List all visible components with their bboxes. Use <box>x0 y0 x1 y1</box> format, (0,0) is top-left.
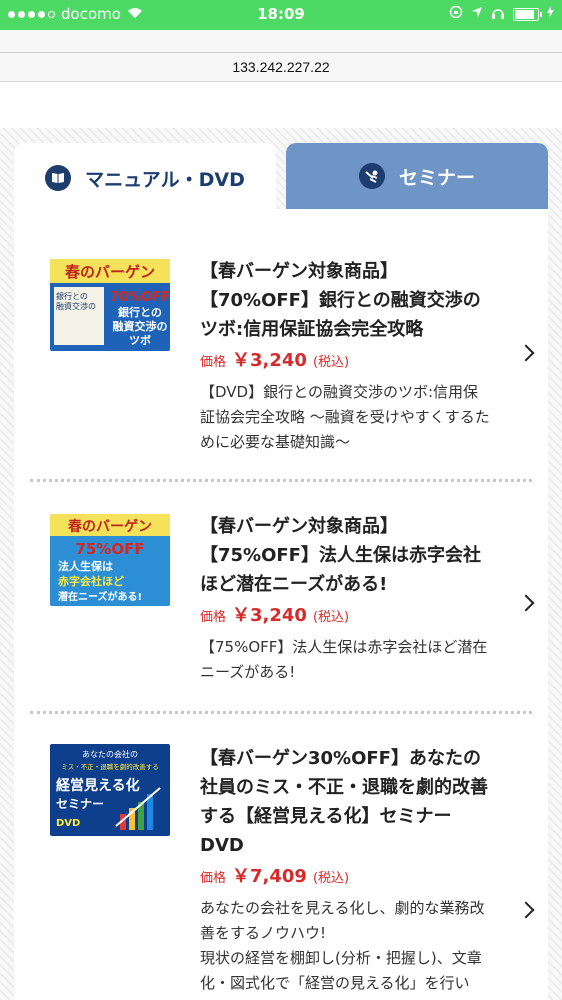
product-info: 【春バーゲン対象商品】【75%OFF】法人生保は赤字会社ほど潜在ニーズがある! … <box>200 512 490 685</box>
product-price: ￥3,240 <box>232 350 307 371</box>
tab-manual-dvd[interactable]: マニュアル・DVD <box>14 143 276 213</box>
product-list: 春のバーゲン 銀行との 融資交渉の 70%OFF 銀行との 融資交渉の ツボ 【… <box>14 209 548 1000</box>
book-icon <box>45 165 72 191</box>
product-description: 【DVD】銀行との融資交渉のツボ:信用保証協会完全攻略 〜融資を受けやすくするた… <box>200 383 490 451</box>
product-title: 【春バーゲン対象商品】【70%OFF】銀行との融資交渉のツボ:信用保証協会完全攻… <box>200 261 481 340</box>
product-info: 【春バーゲン30%OFF】あなたの社員のミス・不正・退職を劇的改善する【経営見え… <box>200 744 490 996</box>
svg-text:あなたの会社の: あなたの会社の <box>82 749 138 759</box>
product-item[interactable]: 春のバーゲン 銀行との 融資交渉の 70%OFF 銀行との 融資交渉の ツボ 【… <box>14 209 548 479</box>
tax-label: (税込) <box>312 610 350 625</box>
tax-label: (税込) <box>312 355 350 370</box>
price-label: 価格 <box>200 610 227 625</box>
svg-text:融資交渉の: 融資交渉の <box>56 301 96 311</box>
product-item[interactable]: あなたの会社の ミス・不正・退職を劇的改善する 経営見える化 セミナー DVD … <box>14 716 548 1000</box>
svg-text:赤字会社ほど: 赤字会社ほど <box>58 574 124 588</box>
svg-text:法人生保は: 法人生保は <box>58 559 113 573</box>
product-description: あなたの会社を見える化し、劇的な業務改善をするノウハウ! 現状の経営を棚卸し(分… <box>200 899 485 992</box>
chevron-right-icon[interactable] <box>517 901 535 919</box>
item-divider <box>30 711 532 714</box>
price-row: 価格 ￥3,240 (税込) <box>200 601 490 627</box>
product-description: 【75%OFF】法人生保は赤字会社ほど潜在ニーズがある! <box>200 638 488 681</box>
product-thumbnail: あなたの会社の ミス・不正・退職を劇的改善する 経営見える化 セミナー DVD <box>50 744 170 836</box>
svg-text:75%OFF: 75%OFF <box>75 540 144 558</box>
price-row: 価格 ￥3,240 (税込) <box>200 346 490 372</box>
product-thumbnail: 春のバーゲン 銀行との 融資交渉の 70%OFF 銀行との 融資交渉の ツボ <box>50 259 170 351</box>
chevron-right-icon[interactable] <box>517 594 535 612</box>
product-title: 【春バーゲン対象商品】【75%OFF】法人生保は赤字会社ほど潜在ニーズがある! <box>200 516 481 595</box>
tab-manual-dvd-label: マニュアル・DVD <box>85 168 245 191</box>
product-thumbnail: 春のバーゲン 75%OFF 法人生保は 赤字会社ほど 潜在ニーズがある! <box>50 514 170 606</box>
charging-icon <box>547 6 554 22</box>
price-row: 価格 ￥7,409 (税込) <box>200 862 490 888</box>
headphones-icon <box>491 6 505 23</box>
price-label: 価格 <box>200 871 227 886</box>
price-label: 価格 <box>200 355 227 370</box>
product-item[interactable]: 春のバーゲン 75%OFF 法人生保は 赤字会社ほど 潜在ニーズがある! 【春バ… <box>14 484 548 709</box>
svg-text:春のバーゲン: 春のバーゲン <box>65 263 155 281</box>
svg-text:セミナー: セミナー <box>56 797 104 811</box>
svg-text:潜在ニーズがある!: 潜在ニーズがある! <box>58 590 142 603</box>
svg-text:経営見える化: 経営見える化 <box>56 777 140 794</box>
item-divider <box>30 479 532 482</box>
tax-label: (税込) <box>312 871 350 886</box>
product-price: ￥3,240 <box>232 605 307 626</box>
svg-text:銀行との: 銀行との <box>56 291 88 301</box>
status-bar: docomo 18:09 <box>0 0 562 30</box>
svg-text:ツボ: ツボ <box>129 333 151 347</box>
product-info: 【春バーゲン対象商品】【70%OFF】銀行との融資交渉のツボ:信用保証協会完全攻… <box>200 257 490 455</box>
category-tabs: マニュアル・DVD セミナー <box>14 143 548 213</box>
seminar-icon <box>358 163 385 189</box>
svg-text:70%OFF: 70%OFF <box>110 290 170 305</box>
tab-seminar-label: セミナー <box>398 166 475 189</box>
browser-chrome <box>0 30 562 52</box>
product-title: 【春バーゲン30%OFF】あなたの社員のミス・不正・退職を劇的改善する【経営見え… <box>200 748 488 856</box>
product-price: ￥7,409 <box>232 866 307 887</box>
svg-text:融資交渉の: 融資交渉の <box>113 319 168 333</box>
status-icons <box>449 5 554 23</box>
svg-text:DVD: DVD <box>56 818 80 829</box>
rotation-lock-icon <box>449 5 463 23</box>
chevron-right-icon[interactable] <box>517 344 535 362</box>
location-icon <box>471 6 483 22</box>
tab-seminar[interactable]: セミナー <box>286 143 548 209</box>
svg-text:春のバーゲン: 春のバーゲン <box>67 518 152 535</box>
svg-text:ミス・不正・退職を劇的改善する: ミス・不正・退職を劇的改善する <box>61 762 159 771</box>
url-bar[interactable]: 133.242.227.22 <box>0 52 562 82</box>
battery-icon <box>513 7 542 21</box>
svg-text:銀行との: 銀行との <box>118 305 162 319</box>
